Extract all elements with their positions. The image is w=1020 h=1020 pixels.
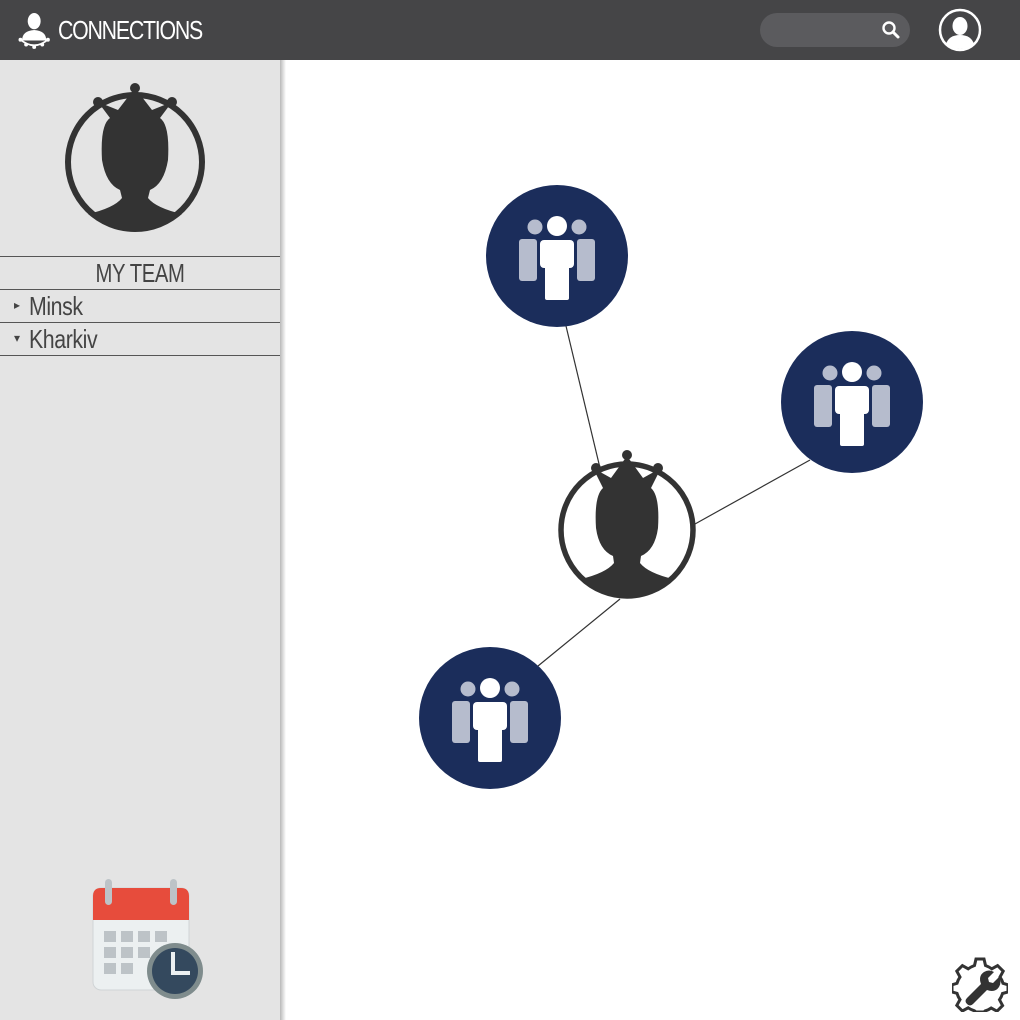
team-node[interactable] [486, 185, 628, 327]
app-title: CONNECTIONS [58, 14, 203, 45]
gear-wrench-icon[interactable] [952, 956, 1008, 1012]
collapse-arrow-icon[interactable]: ▾ [14, 331, 20, 345]
team-section-title: MY TEAM [95, 258, 185, 288]
leader-icon [18, 13, 50, 49]
expand-arrow-icon[interactable]: ▸ [14, 298, 20, 312]
graph-canvas [419, 185, 923, 789]
sidebar-item-label: Minsk [29, 291, 83, 321]
top-bar: CONNECTIONS [0, 0, 1020, 60]
user-account-icon[interactable] [938, 8, 982, 52]
connection-line [694, 459, 811, 525]
sidebar-item-minsk[interactable]: ▸ Minsk [0, 290, 280, 323]
sidebar-item-label: Kharkiv [29, 324, 98, 354]
crowned-person-icon[interactable] [60, 80, 210, 235]
calendar-clock-icon[interactable] [88, 876, 210, 1004]
search-input[interactable] [772, 18, 880, 42]
team-node[interactable] [781, 331, 923, 473]
leader-node[interactable] [558, 450, 696, 599]
connection-line [565, 325, 601, 469]
connection-line [537, 598, 621, 667]
connections-graph [286, 60, 1020, 1020]
search-icon[interactable] [880, 19, 902, 41]
team-section-header: MY TEAM [0, 256, 280, 290]
team-node[interactable] [419, 647, 561, 789]
sidebar-item-kharkiv[interactable]: ▾ Kharkiv [0, 323, 280, 356]
brand-logo[interactable]: CONNECTIONS [14, 5, 234, 55]
